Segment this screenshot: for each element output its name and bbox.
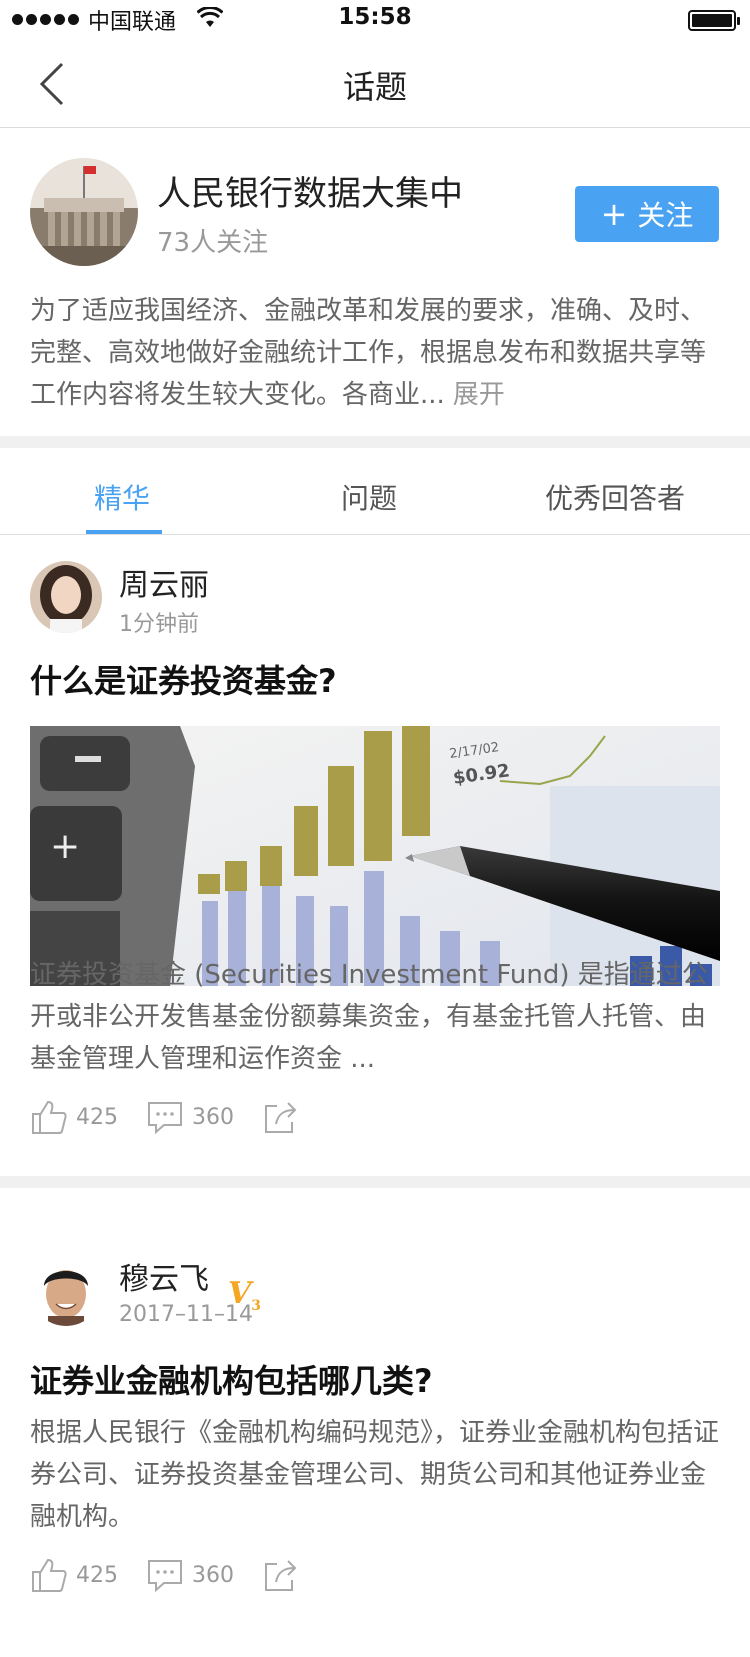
- post-time: 1分钟前: [119, 612, 199, 637]
- author-name[interactable]: 穆云飞: [119, 1254, 209, 1298]
- post-excerpt[interactable]: 根据人民银行《金融机构编码规范》，证券业金融机构包括证券公司、证券投资基金管理公…: [30, 1412, 720, 1538]
- section-divider: [0, 436, 750, 448]
- tab-featured[interactable]: 精华: [94, 477, 150, 517]
- expand-link[interactable]: 展开: [453, 380, 505, 410]
- plus-icon: +: [600, 195, 628, 233]
- comment-icon: [148, 1560, 182, 1593]
- comment-button[interactable]: 360: [146, 1098, 234, 1136]
- section-divider: [0, 1176, 750, 1188]
- thumbs-up-icon: [32, 1100, 67, 1134]
- post-excerpt[interactable]: 证券投资基金 (Securities Investment Fund) 是指通过…: [30, 954, 720, 1080]
- nav-bar: 话题: [0, 40, 750, 128]
- follow-button-label: 关注: [637, 199, 694, 232]
- post-actions: 425 360: [30, 1095, 328, 1139]
- share-button[interactable]: [262, 1556, 300, 1594]
- author-name[interactable]: 周云丽: [119, 560, 209, 604]
- status-bar: 中国联通 15:58: [0, 0, 750, 40]
- post-title[interactable]: 证券业金融机构包括哪几类?: [30, 1356, 433, 1402]
- post-image[interactable]: 2/17/02 $0.92 10 +: [30, 726, 720, 986]
- share-icon: [265, 1102, 297, 1133]
- share-button[interactable]: [262, 1098, 300, 1136]
- battery-icon: [688, 10, 740, 31]
- tab-questions[interactable]: 问题: [341, 477, 397, 517]
- post-title[interactable]: 什么是证券投资基金?: [30, 656, 337, 702]
- active-tab-indicator: [86, 530, 162, 534]
- topic-name: 人民银行数据大集中: [157, 174, 463, 214]
- tab-bar: 精华 问题 优秀回答者: [0, 455, 750, 535]
- like-button[interactable]: 425: [30, 1556, 118, 1594]
- post-time: 2017–11–14: [119, 1302, 253, 1327]
- comment-count: 360: [192, 1104, 234, 1130]
- svg-text:+: +: [50, 826, 80, 867]
- like-count: 425: [76, 1104, 118, 1130]
- share-icon: [265, 1560, 297, 1591]
- topic-follower-count: 73人关注: [157, 228, 269, 258]
- topic-avatar: [30, 158, 138, 266]
- like-count: 425: [76, 1562, 118, 1588]
- topic-description: 为了适应我国经济、金融改革和发展的要求，准确、及时、完整、高效地做好金融统计工作…: [30, 290, 720, 416]
- page-title: 话题: [342, 68, 407, 106]
- author-avatar[interactable]: [30, 561, 102, 633]
- author-avatar[interactable]: [30, 1254, 102, 1326]
- clock: 15:58: [338, 4, 412, 30]
- comment-icon: [148, 1102, 182, 1135]
- comment-count: 360: [192, 1562, 234, 1588]
- comment-button[interactable]: 360: [146, 1556, 234, 1594]
- follow-button[interactable]: + 关注: [575, 186, 719, 242]
- like-button[interactable]: 425: [30, 1098, 118, 1136]
- thumbs-up-icon: [32, 1558, 67, 1592]
- tab-top-answerers[interactable]: 优秀回答者: [545, 477, 685, 517]
- post-actions: 425 360: [30, 1553, 328, 1597]
- topic-description-text: 为了适应我国经济、金融改革和发展的要求，准确、及时、完整、高效地做好金融统计工作…: [30, 296, 707, 410]
